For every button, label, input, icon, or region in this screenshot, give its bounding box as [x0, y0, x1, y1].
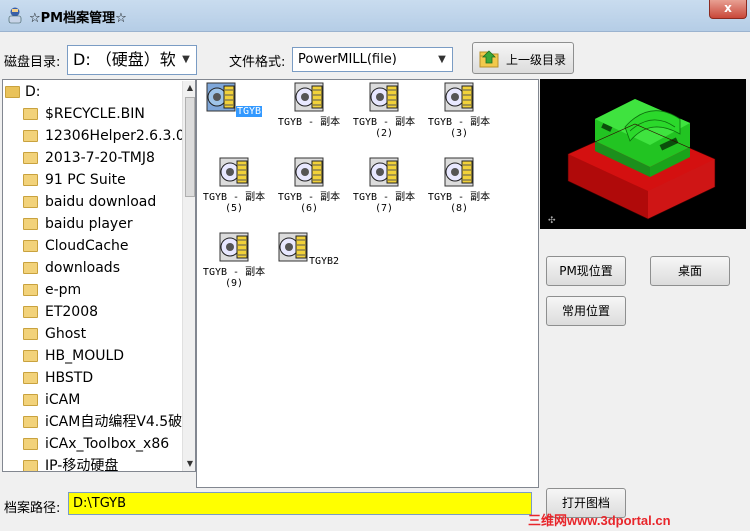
folder-open-icon — [5, 86, 20, 98]
folder-icon — [23, 306, 38, 318]
file-name: TGYB — [235, 106, 263, 117]
disk-select-value: D: （硬盘）软 — [73, 50, 176, 69]
folder-icon — [23, 350, 38, 362]
file-item[interactable]: TGYB - 副本 (3) — [422, 82, 496, 139]
powermill-file-icon — [294, 82, 324, 112]
file-name: TGYB - 副本 (5) — [202, 192, 266, 214]
file-item[interactable]: TGYB - 副本 (2) — [347, 82, 421, 139]
powermill-file-icon — [444, 82, 474, 112]
file-name: TGYB - 副本 (8) — [427, 192, 491, 214]
format-select[interactable]: PowerMILL(file) ▼ — [292, 47, 453, 72]
file-item[interactable]: TGYB — [197, 82, 271, 117]
chevron-down-icon: ▼ — [438, 54, 446, 65]
tree-item-label: $RECYCLE.BIN — [45, 106, 145, 122]
disk-select[interactable]: D: （硬盘）软 ▼ — [67, 45, 197, 75]
folder-icon — [23, 196, 38, 208]
powermill-file-icon — [219, 232, 249, 262]
tree-root-label: D: — [25, 84, 41, 100]
path-input[interactable]: D:\TGYB — [68, 492, 532, 515]
up-directory-label: 上一级目录 — [506, 53, 567, 67]
scroll-thumb[interactable] — [185, 97, 195, 197]
tree-item-label: downloads — [45, 260, 120, 276]
folder-icon — [23, 460, 38, 471]
folder-icon — [23, 284, 38, 296]
tree-item-label: baidu download — [45, 194, 157, 210]
file-item[interactable]: TGYB2 — [272, 232, 346, 267]
folder-icon — [23, 394, 38, 406]
file-name: TGYB - 副本 (2) — [352, 117, 416, 139]
tree-item-label: Ghost — [45, 326, 87, 342]
powermill-file-icon — [206, 82, 236, 112]
file-item[interactable]: TGYB - 副本 (8) — [422, 157, 496, 214]
folder-icon — [23, 328, 38, 340]
part-preview-image: ✣ — [548, 99, 716, 226]
folder-icon — [23, 174, 38, 186]
disk-label: 磁盘目录: — [4, 55, 61, 70]
tree-item-label: IP-移动硬盘 — [45, 458, 119, 472]
tree-item-label: iCAx_Toolbox_x86 — [45, 436, 170, 452]
format-label: 文件格式: — [229, 55, 286, 70]
folder-icon — [23, 262, 38, 274]
tree-item-label: iCAM — [45, 392, 81, 408]
chevron-down-icon: ▼ — [182, 54, 190, 65]
up-directory-button[interactable]: 上一级目录 — [472, 42, 574, 74]
tree-item-label: HBSTD — [45, 370, 94, 386]
tree-item-label: baidu player — [45, 216, 133, 232]
powermill-file-icon — [369, 82, 399, 112]
powermill-file-icon — [294, 157, 324, 187]
folder-icon — [23, 108, 38, 120]
tree-item-label: HB_MOULD — [45, 348, 125, 364]
tree-item-label: e-pm — [45, 282, 82, 298]
folder-tree[interactable]: D: $RECYCLE.BIN 12306Helper2.6.3.0 2013-7-… — [2, 79, 196, 472]
common-position-button[interactable]: 常用位置 — [546, 296, 626, 326]
path-label: 档案路径: — [4, 501, 61, 516]
powermill-file-icon — [278, 232, 308, 262]
folder-icon — [23, 130, 38, 142]
powermill-file-icon — [219, 157, 249, 187]
file-item[interactable]: TGYB - 副本 (5) — [197, 157, 271, 214]
watermark: 三维网www.3dportal.cn — [528, 513, 671, 528]
file-item[interactable]: TGYB - 副本 (7) — [347, 157, 421, 214]
scroll-down-icon[interactable]: ▼ — [183, 457, 195, 471]
folder-icon — [23, 438, 38, 450]
folder-icon — [23, 416, 38, 428]
tree-item-label: CloudCache — [45, 238, 129, 254]
tree-item-label: ET2008 — [45, 304, 99, 320]
title-bar: ☆PM档案管理☆ x — [0, 0, 750, 32]
file-item[interactable]: TGYB - 副本 — [272, 82, 346, 128]
powermill-file-icon — [369, 157, 399, 187]
folder-up-icon — [479, 50, 499, 68]
scroll-up-icon[interactable]: ▲ — [183, 81, 195, 95]
folder-icon — [23, 218, 38, 230]
file-name: TGYB - 副本 — [277, 117, 341, 128]
tree-item-label: 2013-7-20-TMJ8 — [45, 150, 155, 166]
format-select-value: PowerMILL(file) — [298, 52, 397, 67]
file-name: TGYB - 副本 (9) — [202, 267, 266, 289]
folder-icon — [23, 152, 38, 164]
desktop-button[interactable]: 桌面 — [650, 256, 730, 286]
file-item[interactable]: TGYB - 副本 (9) — [197, 232, 271, 289]
tree-item-label: 12306Helper2.6.3.0 — [45, 128, 185, 144]
folder-icon — [23, 240, 38, 252]
window-title: ☆PM档案管理☆ — [29, 11, 127, 26]
tree-scrollbar[interactable]: ▲ ▼ — [182, 81, 195, 471]
file-item[interactable]: TGYB - 副本 (6) — [272, 157, 346, 214]
file-name: TGYB2 — [308, 256, 340, 267]
model-preview: ✣ — [540, 79, 746, 229]
file-name: TGYB - 副本 (6) — [277, 192, 341, 214]
pm-position-button[interactable]: PM现位置 — [546, 256, 626, 286]
app-icon — [8, 7, 22, 24]
svg-text:✣: ✣ — [548, 216, 556, 226]
file-list[interactable]: TGYB TGYB - 副本 TGYB - 副本 (2) TGYB - 副本 (3) T… — [196, 79, 539, 488]
folder-icon — [23, 372, 38, 384]
file-name: TGYB - 副本 (7) — [352, 192, 416, 214]
powermill-file-icon — [444, 157, 474, 187]
tree-item-label: iCAM自动编程V4.5破 — [45, 414, 183, 430]
file-name: TGYB - 副本 (3) — [427, 117, 491, 139]
close-button[interactable]: x — [709, 0, 747, 19]
tree-item-label: 91 PC Suite — [45, 172, 126, 188]
